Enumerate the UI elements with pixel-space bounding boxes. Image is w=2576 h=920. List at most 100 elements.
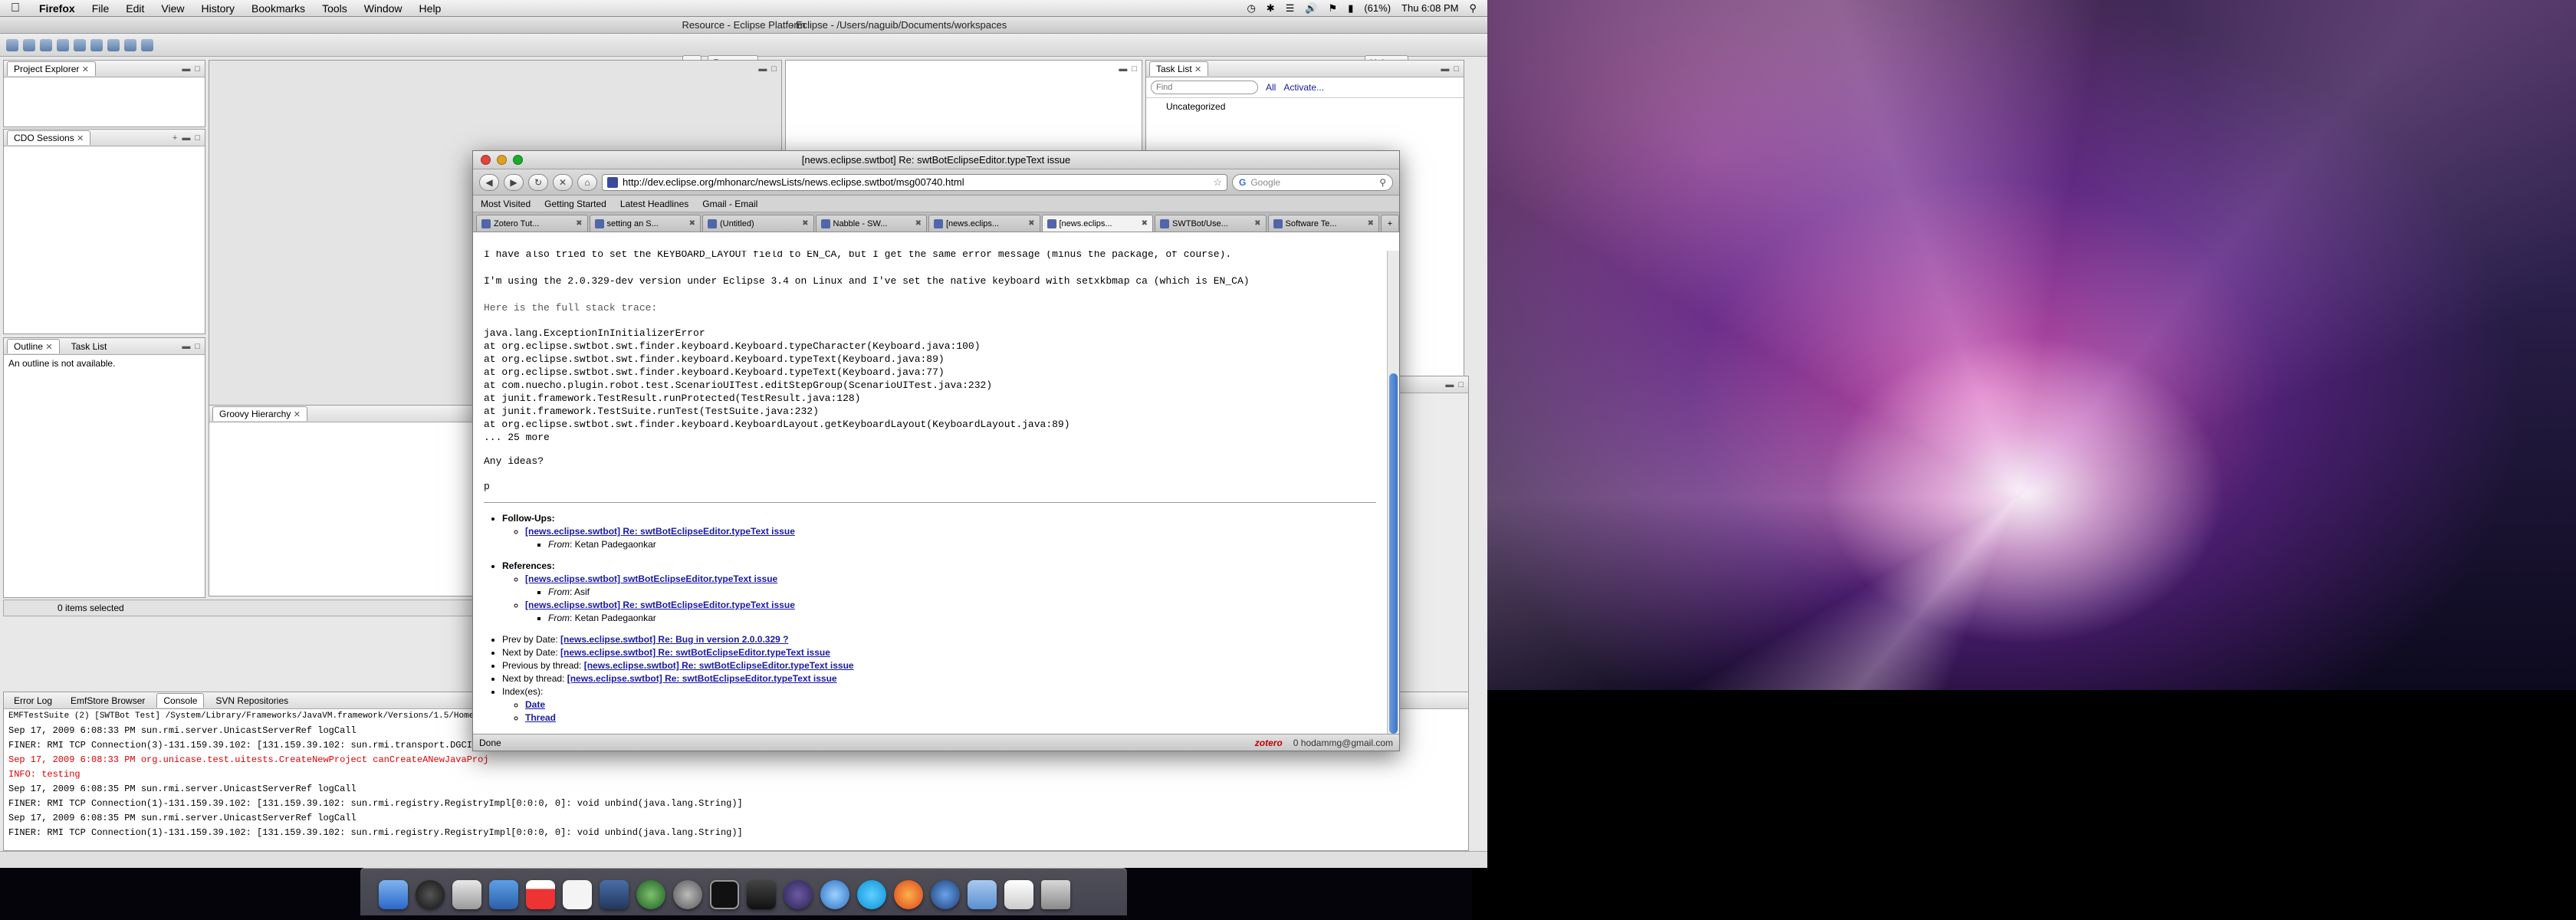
close-icon[interactable]: ✕ bbox=[82, 65, 89, 74]
task-activate-link[interactable]: Activate... bbox=[1283, 82, 1324, 93]
minimize-icon[interactable]: ▬ bbox=[1441, 64, 1449, 74]
run-icon[interactable] bbox=[57, 38, 69, 51]
debug-icon[interactable] bbox=[74, 38, 86, 51]
browser-tab[interactable]: SWTBot/Use... ✖ bbox=[1155, 215, 1267, 232]
menu-bookmarks[interactable]: Bookmarks bbox=[243, 2, 314, 15]
nav-link[interactable]: [news.eclipse.swtbot] Re: swtBotEclipseE… bbox=[560, 647, 830, 658]
close-icon[interactable]: ✕ bbox=[45, 343, 52, 352]
documents-icon[interactable] bbox=[1004, 880, 1033, 909]
tab-outline[interactable]: Outline ✕ bbox=[7, 339, 60, 353]
spotlight-icon[interactable]: ⚲ bbox=[1469, 2, 1477, 15]
tab-task-list[interactable]: Task List ✕ bbox=[1149, 61, 1209, 76]
browser-tab[interactable]: Software Te... ✖ bbox=[1267, 215, 1379, 232]
task-category-uncategorized[interactable]: Uncategorized bbox=[1146, 98, 1464, 115]
gmail-notifier[interactable]: 0 hodammg@gmail.com bbox=[1293, 738, 1393, 748]
system-preferences-icon[interactable] bbox=[673, 880, 702, 909]
new-icon[interactable] bbox=[6, 38, 18, 51]
thread-link[interactable]: [news.eclipse.swtbot] Re: swtBotEclipseE… bbox=[525, 526, 795, 537]
close-icon[interactable]: ✕ bbox=[77, 134, 84, 143]
menu-help[interactable]: Help bbox=[411, 2, 450, 15]
network-icon[interactable] bbox=[931, 880, 960, 909]
menu-window[interactable]: Window bbox=[356, 2, 411, 15]
reload-button[interactable]: ↻ bbox=[528, 173, 548, 191]
tab-close-icon[interactable]: ✖ bbox=[915, 219, 922, 228]
skype-icon[interactable] bbox=[857, 880, 886, 909]
bookmark-gmail[interactable]: Gmail - Email bbox=[702, 199, 757, 209]
save-icon[interactable] bbox=[23, 38, 35, 51]
trash-icon[interactable] bbox=[1041, 880, 1070, 909]
tab-close-icon[interactable]: ✖ bbox=[1142, 219, 1148, 228]
new-tab-button[interactable]: + bbox=[1381, 215, 1399, 232]
browser-tab[interactable]: Zotero Tut... ✖ bbox=[476, 215, 588, 232]
maximize-icon[interactable]: □ bbox=[195, 342, 200, 351]
search-box[interactable]: G Google ⚲ bbox=[1232, 173, 1393, 191]
home-button[interactable]: ⌂ bbox=[577, 173, 597, 191]
minimize-icon[interactable]: ▬ bbox=[758, 64, 767, 74]
nav-link[interactable]: [news.eclipse.swtbot] Re: swtBotEclipseE… bbox=[584, 660, 854, 671]
close-icon[interactable]: ✕ bbox=[1194, 65, 1201, 74]
terminal-icon[interactable] bbox=[710, 880, 739, 909]
maximize-icon[interactable]: □ bbox=[771, 64, 777, 74]
thread-link[interactable]: [news.eclipse.swtbot] swtBotEclipseEdito… bbox=[525, 573, 777, 584]
maximize-icon[interactable]: □ bbox=[195, 133, 200, 143]
finder-icon[interactable] bbox=[379, 880, 408, 909]
battery-icon[interactable]: ▮ bbox=[1348, 2, 1353, 15]
search-icon[interactable]: ⚲ bbox=[1379, 177, 1386, 188]
activity-monitor-icon[interactable] bbox=[747, 880, 776, 909]
open-type-icon[interactable] bbox=[90, 38, 103, 51]
close-icon[interactable]: ✕ bbox=[294, 410, 301, 419]
browser-tab[interactable]: Nabble - SW... ✖ bbox=[815, 215, 927, 232]
thread-link[interactable]: [news.eclipse.swtbot] Re: swtBotEclipseE… bbox=[525, 600, 795, 610]
tab-close-icon[interactable]: ✖ bbox=[1368, 219, 1374, 228]
zotero-button[interactable]: zotero bbox=[1255, 738, 1283, 748]
minimize-icon[interactable]: ▬ bbox=[182, 64, 190, 74]
dashboard-icon[interactable] bbox=[416, 880, 445, 909]
textedit-icon[interactable] bbox=[563, 880, 592, 909]
browser-tab[interactable]: [news.eclips... ✖ bbox=[1041, 215, 1153, 232]
menu-app-firefox[interactable]: Firefox bbox=[31, 2, 84, 15]
maximize-icon[interactable]: □ bbox=[1454, 64, 1459, 74]
forward-icon[interactable] bbox=[141, 38, 153, 51]
back-icon[interactable] bbox=[124, 38, 136, 51]
browser-tab[interactable]: setting an S... ✖ bbox=[589, 215, 701, 232]
task-find-input[interactable] bbox=[1151, 80, 1258, 94]
minimize-window-button[interactable] bbox=[497, 155, 507, 165]
zoom-window-button[interactable] bbox=[513, 155, 523, 165]
volume-icon[interactable]: 🔊 bbox=[1305, 2, 1317, 15]
tab-close-icon[interactable]: ✖ bbox=[802, 219, 808, 228]
tab-close-icon[interactable]: ✖ bbox=[576, 219, 582, 228]
tab-groovy-hierarchy[interactable]: Groovy Hierarchy ✕ bbox=[212, 406, 307, 421]
minimize-icon[interactable]: ▬ bbox=[1119, 64, 1127, 74]
tab-error-log[interactable]: Error Log bbox=[7, 693, 59, 708]
menu-file[interactable]: File bbox=[84, 2, 118, 15]
maximize-icon[interactable]: □ bbox=[1458, 380, 1464, 389]
ical-icon[interactable] bbox=[526, 880, 555, 909]
url-bar[interactable]: http://dev.eclipse.org/mhonarc/newsLists… bbox=[602, 173, 1227, 191]
minimize-icon[interactable]: ▬ bbox=[182, 342, 190, 351]
bookmark-getting-started[interactable]: Getting Started bbox=[544, 199, 606, 209]
nav-link[interactable]: [news.eclipse.swtbot] Re: Bug in version… bbox=[560, 634, 788, 645]
menu-edit[interactable]: Edit bbox=[117, 2, 153, 15]
index-link[interactable]: Thread bbox=[525, 712, 556, 723]
nav-link[interactable]: [news.eclipse.swtbot] Re: swtBotEclipseE… bbox=[567, 673, 837, 684]
tab-project-explorer[interactable]: Project Explorer ✕ bbox=[7, 61, 96, 76]
tab-close-icon[interactable]: ✖ bbox=[689, 219, 695, 228]
tab-svn-repositories[interactable]: SVN Repositories bbox=[209, 693, 295, 708]
browser-tab[interactable]: [news.eclips... ✖ bbox=[928, 215, 1040, 232]
menu-history[interactable]: History bbox=[192, 2, 243, 15]
search-icon[interactable] bbox=[107, 38, 120, 51]
browser-tab[interactable]: (Untitled) ✖ bbox=[702, 215, 814, 232]
tab-console[interactable]: Console bbox=[156, 693, 205, 708]
bookmark-most-visited[interactable]: Most Visited bbox=[481, 199, 531, 209]
maximize-icon[interactable]: □ bbox=[1132, 64, 1137, 74]
wifi-icon[interactable]: ☰ bbox=[1286, 2, 1295, 15]
minimize-icon[interactable]: ▬ bbox=[182, 133, 190, 143]
clock[interactable]: Thu 6:08 PM bbox=[1401, 2, 1458, 14]
tab-close-icon[interactable]: ✖ bbox=[1254, 219, 1260, 228]
apple-icon[interactable]:  bbox=[0, 2, 31, 15]
task-filter-all[interactable]: All bbox=[1266, 82, 1276, 93]
firefox-icon[interactable] bbox=[894, 880, 923, 909]
close-window-button[interactable] bbox=[481, 155, 491, 165]
time-machine-icon[interactable]: ◷ bbox=[1247, 2, 1255, 15]
stop-button[interactable]: ✕ bbox=[553, 173, 573, 191]
